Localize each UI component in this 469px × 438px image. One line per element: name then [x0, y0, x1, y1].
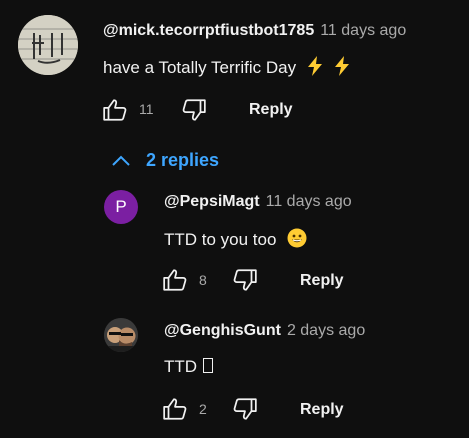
dislike-button[interactable] — [231, 395, 259, 423]
avatar[interactable] — [104, 318, 138, 352]
thumbs-up-icon — [103, 99, 127, 121]
author-name[interactable]: @PepsiMagt — [164, 193, 260, 210]
like-button[interactable] — [161, 266, 189, 294]
avatar-photo-icon — [104, 318, 138, 352]
reply-button[interactable]: Reply — [300, 401, 344, 419]
reply-body: TTD to you too — [164, 230, 277, 249]
reply-author[interactable]: @PepsiMagt 11 days ago — [164, 193, 352, 211]
avatar[interactable]: P — [104, 190, 138, 224]
reply-text: TTD — [164, 357, 214, 377]
comment-body: have a Totally Terrific Day — [103, 58, 297, 77]
reply-timestamp[interactable]: 2 days ago — [287, 322, 365, 339]
reply-text: TTD to you too — [164, 228, 307, 253]
thumbs-up-icon — [163, 269, 187, 291]
like-count: 2 — [199, 401, 207, 417]
thumbs-up-icon — [163, 398, 187, 420]
reply-body: TTD — [164, 357, 198, 376]
dislike-button[interactable] — [180, 96, 208, 124]
reply-button[interactable]: Reply — [249, 101, 293, 119]
avatar[interactable] — [18, 15, 78, 75]
reply-button[interactable]: Reply — [300, 272, 344, 290]
reply-author[interactable]: @GenghisGunt 2 days ago — [164, 322, 365, 340]
thumbs-down-icon — [182, 99, 206, 121]
like-count: 8 — [199, 272, 207, 288]
author-name[interactable]: @mick.tecorrptfiustbot1785 — [103, 22, 314, 39]
avatar-drawing-icon — [18, 15, 78, 75]
replies-toggle-button[interactable]: 2 replies — [110, 150, 219, 171]
comment-author[interactable]: @mick.tecorrptfiustbot1785 11 days ago — [103, 22, 406, 40]
chevron-up-icon — [112, 155, 130, 166]
replies-count-label[interactable]: 2 replies — [146, 150, 219, 171]
comment-timestamp[interactable]: 11 days ago — [320, 22, 406, 39]
author-name[interactable]: @GenghisGunt — [164, 322, 281, 339]
like-button[interactable] — [161, 395, 189, 423]
dislike-button[interactable] — [231, 266, 259, 294]
thumbs-down-icon — [233, 398, 257, 420]
lightning-emoji-icon — [334, 56, 350, 81]
unsupported-glyph-icon — [203, 358, 214, 373]
lightning-emoji-icon — [307, 56, 323, 81]
like-button[interactable] — [101, 96, 129, 124]
reply-timestamp[interactable]: 11 days ago — [266, 193, 352, 210]
avatar-letter: P — [115, 197, 127, 216]
comment-text: have a Totally Terrific Day — [103, 56, 350, 81]
grinning-face-emoji-icon — [287, 228, 307, 253]
like-count: 11 — [139, 101, 154, 117]
thumbs-down-icon — [233, 269, 257, 291]
